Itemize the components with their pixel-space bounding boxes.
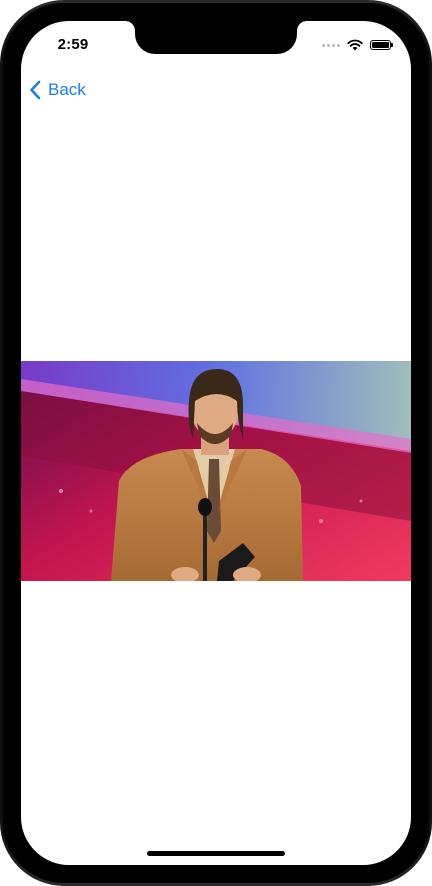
battery-icon xyxy=(370,40,393,50)
photo-image xyxy=(21,361,411,581)
back-button[interactable]: Back xyxy=(29,77,86,103)
chevron-left-icon xyxy=(29,79,43,101)
signal-dots-icon xyxy=(322,43,340,47)
status-icons xyxy=(322,38,393,52)
back-label: Back xyxy=(48,80,86,99)
wifi-icon xyxy=(347,39,363,51)
status-time: 2:59 xyxy=(57,36,89,53)
screen: 2:59 Back xyxy=(21,21,411,865)
phone-frame: 2:59 Back xyxy=(0,0,432,886)
notch xyxy=(125,21,307,54)
home-indicator[interactable] xyxy=(147,851,285,856)
